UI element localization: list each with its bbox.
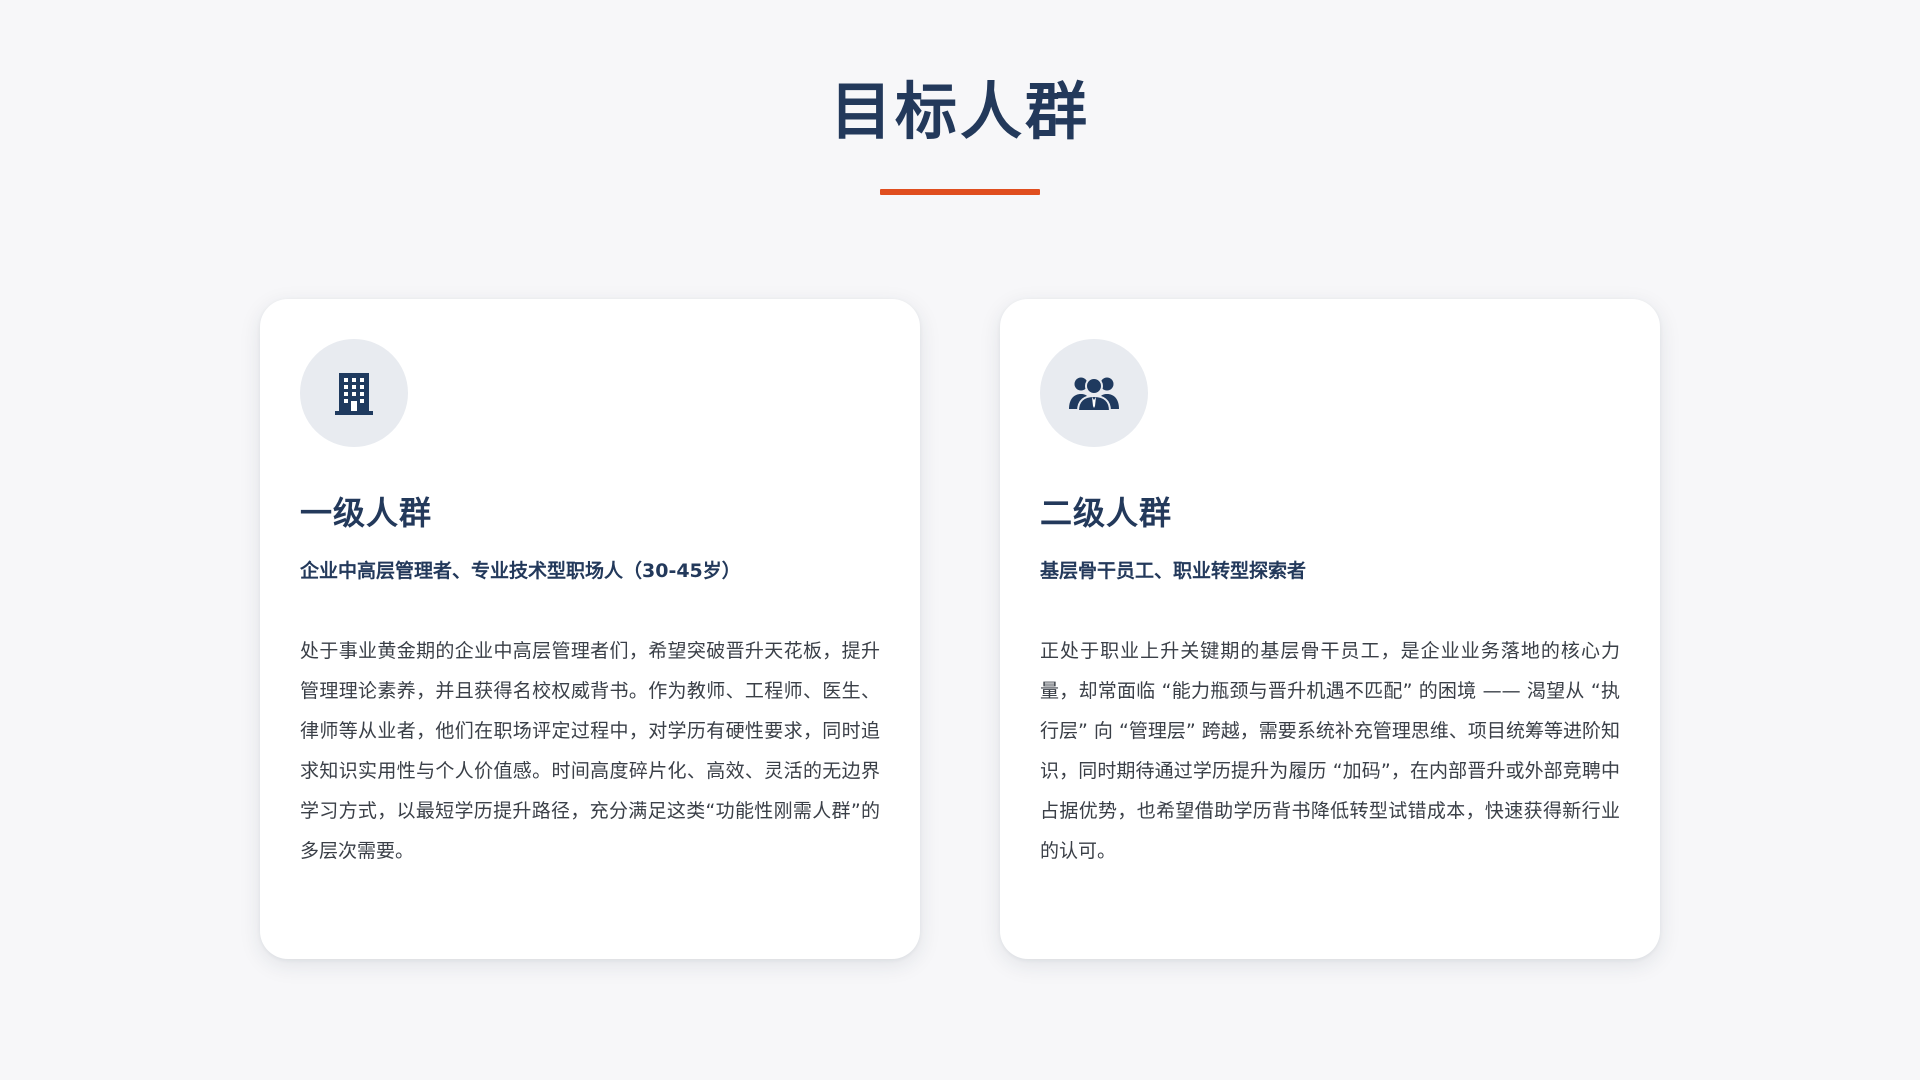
card-description: 正处于职业上升关键期的基层骨干员工，是企业业务落地的核心力量，却常面临 “能力瓶…: [1040, 640, 1620, 862]
title-underline: [880, 189, 1040, 195]
audience-card-primary: 一级人群 企业中高层管理者、专业技术型职场人（30-45岁） 处于事业黄金期的企…: [260, 299, 920, 959]
card-subtitle: 企业中高层管理者、专业技术型职场人（30-45岁）: [300, 560, 741, 582]
slide: 目标人群 一级人群 企业中高层管理者、专业技术型职场人（30-45岁） 处于事业…: [0, 0, 1920, 1080]
audience-card-secondary: 二级人群 基层骨干员工、职业转型探索者 正处于职业上升关键期的基层骨干员工，是企…: [1000, 299, 1660, 959]
icon-badge: [1040, 339, 1148, 447]
card-title: 二级人群: [1040, 494, 1173, 532]
page-title: 目标人群: [829, 75, 1090, 148]
user-group-icon: [1069, 377, 1119, 411]
card-subtitle: 基层骨干员工、职业转型探索者: [1040, 560, 1307, 582]
icon-badge: [300, 339, 408, 447]
building-icon: [335, 373, 373, 415]
card-title: 一级人群: [300, 494, 433, 532]
card-description: 处于事业黄金期的企业中高层管理者们，希望突破晋升天花板，提升管理理论素养，并且获…: [300, 640, 880, 862]
